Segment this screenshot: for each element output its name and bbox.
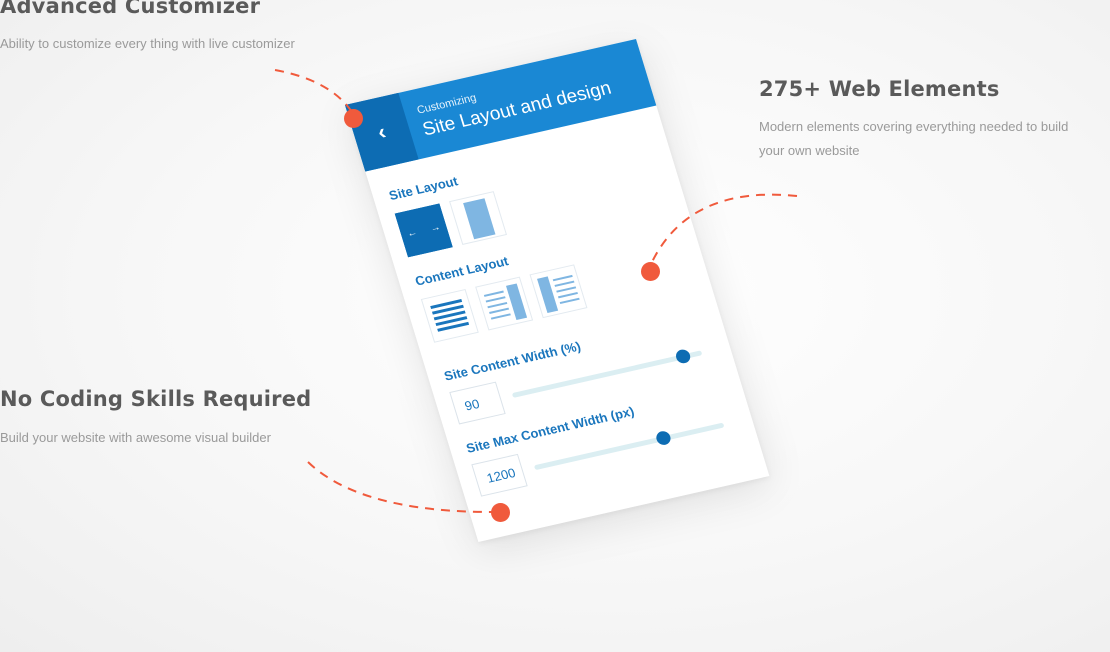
feature-web-elements: 275+ Web Elements Modern elements coveri… (759, 77, 1109, 163)
arrow-left-icon: ← (405, 227, 419, 240)
text-line (487, 301, 508, 309)
text-line (489, 307, 510, 314)
site-layout-label: Site Layout (387, 173, 460, 204)
hotspot-dot[interactable] (491, 503, 510, 522)
feature-title: Advanced Customizer (0, 0, 261, 18)
feature-no-coding: No Coding Skills Required Build your web… (0, 387, 311, 450)
feature-description: Build your website with awesome visual b… (0, 430, 271, 445)
feature-title: No Coding Skills Required (0, 387, 312, 411)
feature-description: Ability to customize every thing with li… (0, 36, 295, 51)
sidebar-block (537, 276, 559, 314)
text-line (557, 292, 578, 299)
text-line (483, 290, 504, 297)
chevron-left-icon: ‹ (374, 119, 389, 145)
text-line (552, 274, 573, 282)
feature-description: Modern elements covering everything need… (759, 115, 1109, 163)
layout-boxed-option[interactable] (449, 191, 508, 245)
content-width-input[interactable]: 90 (449, 381, 506, 425)
content-left-sidebar-option[interactable] (529, 264, 588, 319)
content-right-sidebar-option[interactable] (475, 276, 534, 331)
text-line (485, 296, 506, 303)
hotspot-dot[interactable] (344, 109, 363, 128)
arrow-right-icon: → (429, 221, 442, 235)
text-line (490, 313, 511, 320)
feature-description-line: Modern elements covering everything need… (759, 119, 1069, 134)
panel-header: ‹ Customizing Site Layout and design (345, 39, 657, 172)
text-line (559, 297, 580, 305)
feature-title: 275+ Web Elements (759, 77, 1000, 101)
connector-line (274, 69, 353, 113)
back-button[interactable]: ‹ (345, 92, 419, 172)
customizer-panel: ‹ Customizing Site Layout and design Sit… (345, 39, 770, 542)
layout-full-width-option[interactable]: ← → (394, 203, 453, 258)
text-line (556, 286, 577, 293)
max-width-input[interactable]: 1200 (471, 453, 528, 497)
content-width-slider-handle[interactable] (673, 348, 692, 365)
text-line (554, 280, 575, 287)
boxed-layout-icon (463, 198, 496, 240)
max-width-slider-handle[interactable] (654, 429, 672, 447)
feature-description-line: your own website (759, 143, 860, 158)
hotspot-dot[interactable] (641, 262, 660, 281)
feature-advanced-customizer: Advanced Customizer Ability to customize… (0, 0, 295, 56)
content-no-sidebar-option[interactable] (420, 288, 479, 343)
content-width-label: Site Content Width (%) (442, 338, 583, 384)
